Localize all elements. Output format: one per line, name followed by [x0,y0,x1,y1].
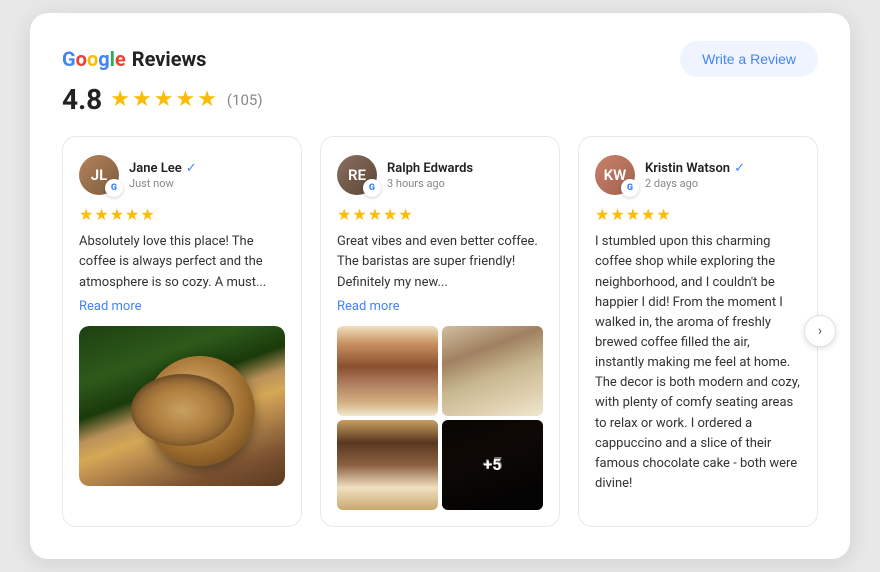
reviewer-info: Ralph Edwards 3 hours ago [387,161,473,190]
reviewer-info: Jane Lee ✓ Just now [129,161,197,190]
rating-row: 4.8 ★ ★ ★ ★ ★ (105) [62,83,818,116]
woman-image [337,420,438,510]
reviewer-row: JL G Jane Lee ✓ Just now [79,155,285,195]
review-stars: ★ ★ ★ ★ ★ [595,205,801,224]
verified-icon: ✓ [734,161,745,176]
review-star: ★ [368,205,382,224]
avatar-wrap: RE G [337,155,377,195]
rating-number: 4.8 [62,83,102,116]
read-more-link[interactable]: Read more [79,299,285,314]
reviewer-name-row: Kristin Watson ✓ [645,161,745,176]
review-time: 2 days ago [645,177,745,190]
review-stars: ★ ★ ★ ★ ★ [79,205,285,224]
review-stars: ★ ★ ★ ★ ★ [337,205,543,224]
google-badge: G [363,179,381,197]
reviewer-name: Ralph Edwards [387,161,473,176]
review-star: ★ [656,205,670,224]
review-count: (105) [227,91,263,109]
review-star: ★ [125,205,139,224]
google-letter-g2: g [98,49,109,69]
write-review-button[interactable]: Write a Review [680,41,818,77]
star-2: ★ [132,87,152,112]
cake-image [337,326,438,416]
review-star: ★ [383,205,397,224]
reviewer-name-row: Jane Lee ✓ [129,161,197,176]
review-time: Just now [129,177,197,190]
read-more-link[interactable]: Read more [337,299,543,314]
avatar-wrap: KW G [595,155,635,195]
review-card-ralph-edwards: RE G Ralph Edwards 3 hours ago ★ ★ ★ ★ ★ [320,136,560,526]
review-star: ★ [352,205,366,224]
star-5: ★ [197,87,217,112]
review-text: Absolutely love this place! The coffee i… [79,232,285,292]
star-3: ★ [154,87,174,112]
google-badge: G [105,179,123,197]
overall-stars: ★ ★ ★ ★ ★ [110,87,217,112]
google-badge: G [621,179,639,197]
review-card-jane-lee: JL G Jane Lee ✓ Just now ★ ★ ★ ★ [62,136,302,526]
review-text: Great vibes and even better coffee. The … [337,232,543,292]
review-star: ★ [94,205,108,224]
review-image [79,326,285,486]
reviewer-name: Kristin Watson [645,161,730,176]
more-images-overlay: +5 [442,420,543,510]
header-left: Google Reviews [62,47,206,71]
review-star: ★ [110,205,124,224]
google-letter-o2: o [87,49,98,69]
more-count-label: +5 [482,454,502,475]
review-star: ★ [79,205,93,224]
avatar-wrap: JL G [79,155,119,195]
reviewer-row: KW G Kristin Watson ✓ 2 days ago [595,155,801,195]
verified-icon: ✓ [186,161,197,176]
google-reviews-widget: Google Reviews Write a Review 4.8 ★ ★ ★ … [30,13,850,558]
review-star: ★ [626,205,640,224]
reviews-grid: JL G Jane Lee ✓ Just now ★ ★ ★ ★ [62,136,818,526]
review-star: ★ [140,205,154,224]
review-star: ★ [610,205,624,224]
star-4: ★ [175,87,195,112]
review-star: ★ [337,205,351,224]
next-arrow-button[interactable]: › [804,315,836,347]
google-logo: Google [62,49,126,69]
review-star: ★ [595,205,609,224]
reviewer-name: Jane Lee [129,161,182,176]
review-text: I stumbled upon this charming coffee sho… [595,232,801,494]
reviewer-name-row: Ralph Edwards [387,161,473,176]
review-star: ★ [398,205,412,224]
latte-image [79,326,285,486]
review-card-kristin-watson: KW G Kristin Watson ✓ 2 days ago ★ ★ ★ [578,136,818,526]
review-time: 3 hours ago [387,177,473,190]
review-star: ★ [641,205,655,224]
coffee-cups-image [442,326,543,416]
header-title: Reviews [132,47,207,71]
reviewer-info: Kristin Watson ✓ 2 days ago [645,161,745,190]
reviewer-row: RE G Ralph Edwards 3 hours ago [337,155,543,195]
google-letter-o1: o [76,49,87,69]
chevron-right-icon: › [818,323,822,339]
review-image-grid: +5 [337,326,543,510]
google-letter-e: e [115,49,126,69]
header: Google Reviews Write a Review [62,41,818,77]
star-1: ★ [110,87,130,112]
google-letter-g: G [62,49,76,69]
